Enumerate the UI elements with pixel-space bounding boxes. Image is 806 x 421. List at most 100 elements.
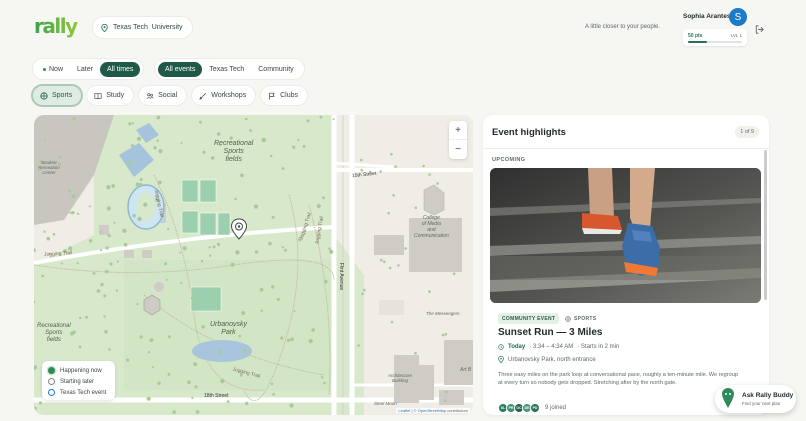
- time-option-now[interactable]: Now: [36, 62, 70, 77]
- osm-link[interactable]: OpenStreetMap: [418, 408, 446, 413]
- location-pin-icon: [498, 356, 504, 363]
- audience-option-all[interactable]: All events: [158, 61, 203, 77]
- tree-marker: [52, 233, 56, 236]
- attendee-avatars[interactable]: SL PR OC DE PD: [498, 403, 540, 413]
- category-study[interactable]: Study: [87, 86, 134, 105]
- level-progress-bar: [688, 41, 742, 43]
- tree-marker: [234, 198, 237, 201]
- buddy-subtitle: Find your next plan: [742, 401, 781, 406]
- rally-logo[interactable]: rally: [34, 14, 86, 40]
- tree-marker: [414, 351, 417, 355]
- tree-marker: [240, 173, 244, 178]
- category-clubs[interactable]: Clubs: [261, 86, 308, 105]
- tree-marker: [143, 202, 148, 207]
- buddy-title: Ask Rally Buddy: [742, 392, 794, 399]
- tree-marker: [139, 178, 143, 181]
- event-map[interactable]: Recreational Sports fields Student Recre…: [34, 115, 473, 415]
- tree-marker: [390, 320, 394, 324]
- tree-marker: [397, 264, 400, 267]
- legend-happening-now: Happening now: [48, 365, 109, 376]
- map-label-steel-moon: Steel Moon: [374, 401, 397, 406]
- clock-icon: [498, 344, 504, 350]
- tree-marker: [212, 245, 216, 249]
- event-type-tag: COMMUNITY EVENT: [498, 313, 560, 324]
- ball-icon: [40, 91, 48, 100]
- tree-marker: [292, 145, 296, 149]
- zoom-in-button[interactable]: +: [449, 121, 467, 140]
- tree-marker: [271, 215, 275, 219]
- map-attribution: Leaflet | © OpenStreetMap contributors: [396, 408, 470, 413]
- tree-marker: [88, 205, 91, 208]
- tree-marker: [103, 294, 107, 298]
- tree-marker: [388, 266, 392, 270]
- zoom-out-button[interactable]: −: [449, 140, 467, 159]
- tree-marker: [390, 153, 393, 156]
- panel-scrollbar[interactable]: [764, 150, 767, 300]
- event-photo[interactable]: [490, 168, 761, 303]
- avatar[interactable]: S: [729, 8, 747, 26]
- tree-marker: [38, 401, 43, 405]
- tree-marker: [100, 283, 104, 287]
- tree-marker: [122, 228, 127, 233]
- tree-marker: [139, 335, 143, 339]
- section-label: UPCOMING: [492, 157, 526, 163]
- tree-marker: [392, 193, 395, 197]
- rally-buddy-icon: [722, 388, 734, 408]
- logout-icon[interactable]: [754, 22, 765, 34]
- tree-marker: [428, 173, 431, 176]
- ball-icon: [565, 315, 571, 322]
- event-marker[interactable]: [230, 218, 248, 240]
- happening-now-icon: [48, 367, 55, 374]
- tree-marker: [138, 138, 141, 141]
- category-workshops[interactable]: Workshops: [192, 86, 256, 105]
- tree-marker: [200, 260, 204, 263]
- tree-marker: [436, 182, 439, 185]
- tree-marker: [441, 333, 445, 337]
- event-starts-in: · Starts in 2 min: [577, 344, 620, 350]
- tree-marker: [281, 167, 285, 170]
- divider: [483, 148, 769, 149]
- tree-marker: [151, 366, 154, 369]
- tree-marker: [68, 189, 72, 193]
- tree-marker: [109, 262, 113, 266]
- tree-marker: [113, 221, 116, 224]
- attendee-avatar: PD: [530, 403, 540, 413]
- time-option-all[interactable]: All times: [99, 61, 141, 77]
- tree-marker: [79, 316, 82, 320]
- tree-marker: [254, 250, 259, 254]
- event-title[interactable]: Sunset Run — 3 Miles: [498, 327, 602, 338]
- tree-marker: [149, 338, 154, 343]
- campus-selector[interactable]: Texas Tech University: [93, 17, 192, 38]
- tree-marker: [217, 242, 221, 246]
- tree-marker: [361, 292, 364, 296]
- tree-marker: [199, 120, 202, 124]
- ask-rally-buddy-button[interactable]: Ask Rally Buddy Find your next plan: [715, 385, 796, 413]
- event-description: Three easy miles on the park loop at con…: [498, 372, 738, 386]
- tree-marker: [105, 269, 109, 274]
- tree-marker: [329, 249, 334, 254]
- audience-option-texas-tech[interactable]: Texas Tech: [202, 62, 251, 77]
- map-label-messengers: The Messengers: [426, 311, 460, 316]
- texas-tech-event-icon: [48, 389, 55, 396]
- tagline: A little closer to your people.: [585, 24, 661, 30]
- book-icon: [94, 92, 102, 99]
- tree-marker: [100, 231, 102, 233]
- svg-text:rally: rally: [34, 14, 78, 38]
- points-card: 50 pts LVL 1: [683, 29, 747, 46]
- tree-marker: [297, 138, 300, 141]
- tree-marker: [172, 410, 176, 414]
- leaflet-link[interactable]: Leaflet: [398, 408, 410, 413]
- event-location: Urbanovsky Park, north entrance: [498, 356, 596, 363]
- map-legend: Happening now Starting later Texas Tech …: [42, 361, 115, 400]
- panel-title: Event highlights: [492, 127, 566, 138]
- category-sports[interactable]: Sports: [33, 86, 82, 105]
- tree-marker: [428, 290, 431, 293]
- tree-marker: [444, 332, 448, 336]
- tree-marker: [249, 129, 253, 132]
- category-social[interactable]: Social: [139, 86, 187, 105]
- tree-marker: [147, 351, 151, 354]
- tree-marker: [193, 362, 198, 367]
- time-option-later[interactable]: Later: [70, 62, 100, 77]
- audience-option-community[interactable]: Community: [251, 62, 300, 77]
- tree-marker: [259, 287, 264, 292]
